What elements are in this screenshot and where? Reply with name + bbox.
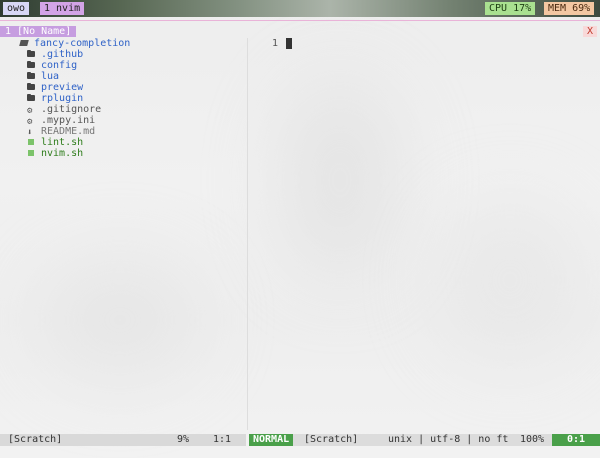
tree-item-nvim-sh[interactable]: nvim.sh	[27, 148, 83, 159]
tree-item-label: .github	[41, 49, 84, 60]
folder-open-icon	[20, 38, 29, 47]
folder-icon	[27, 93, 36, 102]
tree-item-label: lint.sh	[41, 137, 84, 148]
tree-item-label: nvim.sh	[41, 148, 84, 159]
tree-item-lint-sh[interactable]: lint.sh	[27, 137, 83, 148]
cpu-usage-badge: CPU 17%	[485, 2, 536, 15]
tree-item-label: lua	[41, 71, 60, 82]
folder-icon	[27, 82, 36, 91]
memory-usage-badge: MEM 69%	[544, 2, 595, 15]
tree-item-label: rplugin	[41, 93, 84, 104]
tree-item-label: README.md	[41, 126, 96, 137]
window-split-divider[interactable]	[247, 38, 248, 430]
tmux-session-name[interactable]: owo	[3, 2, 30, 15]
tree-item-label: .mypy.ini	[41, 115, 96, 126]
tree-item-config[interactable]: config	[27, 60, 77, 71]
script-file-icon	[27, 137, 36, 146]
scroll-percent: 9%	[177, 434, 190, 445]
tab-no-name[interactable]: 1 [No Name]	[0, 26, 77, 37]
divider	[0, 20, 600, 21]
tree-item-label: preview	[41, 82, 84, 93]
scroll-percent: 100%	[520, 434, 545, 445]
tree-item-lua[interactable]: lua	[27, 71, 59, 82]
folder-icon	[27, 60, 36, 69]
buffer-name: [Scratch]	[304, 434, 359, 445]
close-tab-button[interactable]: X	[582, 26, 597, 37]
tmux-window-tab[interactable]: 1 nvim	[40, 2, 85, 15]
cursor-position: 1:1	[213, 434, 232, 445]
folder-icon	[27, 71, 36, 80]
tmux-status-bar: owo 1 nvim CPU 17% MEM 69%	[0, 0, 600, 17]
script-file-icon	[27, 148, 36, 157]
tree-item-readme[interactable]: ⬇ README.md	[27, 126, 96, 138]
cursor-position: 0:1	[552, 434, 600, 446]
tree-item-mypy-ini[interactable]: ⚙ .mypy.ini	[27, 115, 96, 127]
tree-statusline: [Scratch] 9% 1:1	[0, 434, 246, 446]
buffer-name: [Scratch]	[8, 434, 63, 445]
tree-root[interactable]: fancy-completion	[20, 38, 130, 49]
tree-item-rplugin[interactable]: rplugin	[27, 93, 83, 104]
tree-item-github[interactable]: .github	[27, 49, 83, 60]
folder-icon	[27, 49, 36, 58]
text-cursor[interactable]	[286, 38, 292, 49]
tree-item-preview[interactable]: preview	[27, 82, 83, 93]
file-tree-pane: fancy-completion .github config lua prev…	[0, 38, 246, 430]
mode-indicator: NORMAL	[249, 434, 294, 446]
tree-item-label: config	[41, 60, 78, 71]
tree-item-label: .gitignore	[41, 104, 102, 115]
tree-item-gitignore[interactable]: ⚙ .gitignore	[27, 104, 102, 116]
file-format-info: unix | utf-8 | no ft	[388, 434, 509, 445]
line-number: 1	[272, 38, 279, 49]
nvim-tabline: 1 [No Name] X	[0, 26, 600, 37]
editor-statusline: NORMAL [Scratch] unix | utf-8 | no ft 10…	[249, 434, 600, 446]
tree-root-label: fancy-completion	[34, 38, 131, 49]
